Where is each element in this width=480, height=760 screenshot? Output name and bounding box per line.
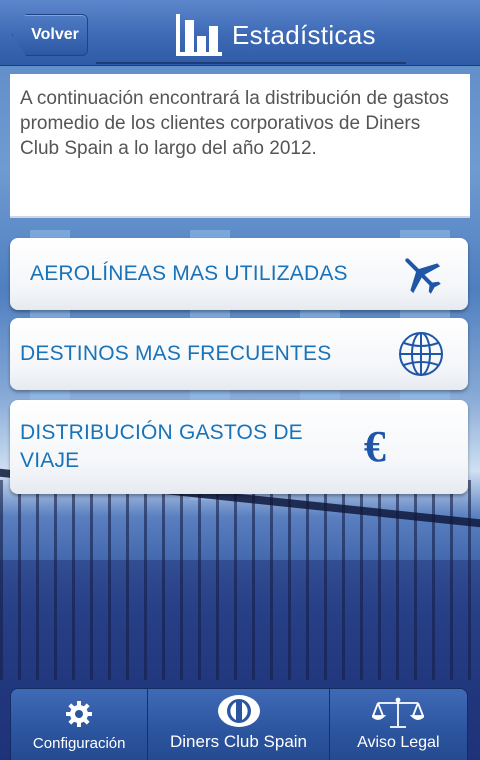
tab-label: Aviso Legal [357,734,440,751]
menu-item-aerolineas[interactable]: AEROLÍNEAS MAS UTILIZADAS [10,238,468,310]
gear-icon [64,697,94,731]
menu-item-distribucion-gastos[interactable]: DISTRIBUCIÓN GASTOS DE VIAJE € [10,400,468,494]
page-title: Estadísticas [232,19,376,50]
tab-label: Configuración [32,735,126,752]
euro-symbol: € [363,422,387,471]
intro-text-box: A continuación encontrará la distribució… [10,74,470,218]
airplane-icon [396,249,446,299]
diners-club-logo-icon [217,694,261,728]
tab-label: Diners Club Spain [170,732,308,751]
bottom-tab-bar: Configuración Diners Club Spain Aviso Le… [10,688,468,760]
globe-icon [396,329,446,379]
euro-icon: € [350,422,400,472]
tab-aviso-legal[interactable]: Aviso Legal [329,689,467,760]
title-underline [96,62,406,64]
menu-item-label: DESTINOS MAS FRECUENTES [20,342,332,365]
menu-item-label: DISTRIBUCIÓN GASTOS DE VIAJE [20,421,303,472]
back-button-label: Volver [31,26,79,43]
tab-diners-club-spain[interactable]: Diners Club Spain [148,689,330,760]
back-button[interactable]: Volver [12,14,88,56]
scales-icon [372,696,425,730]
intro-text: A continuación encontrará la distribució… [20,88,449,159]
page-title-wrap: Estadísticas [96,8,406,62]
header-bar: Volver Estadísticas [0,0,480,66]
bar-chart-icon [176,14,222,56]
menu-item-label: AEROLÍNEAS MAS UTILIZADAS [30,262,348,285]
tab-configuracion[interactable]: Configuración [11,689,149,760]
menu-item-destinos[interactable]: DESTINOS MAS FRECUENTES [10,318,468,390]
